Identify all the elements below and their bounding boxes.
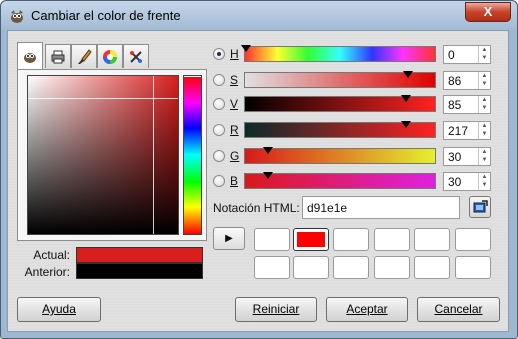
history-swatch-selected[interactable] — [293, 228, 329, 251]
spin-v[interactable]: 85 ▲ ▼ — [443, 95, 491, 114]
crosshair-vertical — [153, 76, 154, 234]
accept-button[interactable]: Aceptar — [326, 297, 408, 322]
help-button-label: Ayuda — [42, 302, 76, 316]
spin-b-value: 30 — [448, 175, 462, 189]
spin-b-arrows[interactable]: ▲ ▼ — [478, 173, 490, 190]
close-button[interactable]: X — [465, 2, 511, 22]
reset-button-label: Reiniciar — [252, 302, 300, 316]
slider-r[interactable] — [244, 121, 436, 138]
spin-g[interactable]: 30 ▲ ▼ — [443, 147, 491, 166]
slider-h[interactable] — [241, 45, 436, 62]
history-swatch[interactable] — [414, 228, 450, 251]
spin-h-arrows[interactable]: ▲ ▼ — [478, 46, 490, 63]
tab-watercolor-selector[interactable] — [71, 44, 97, 68]
radio-b[interactable] — [213, 175, 225, 187]
slider-v[interactable] — [244, 95, 436, 112]
spin-s-arrows[interactable]: ▲ ▼ — [478, 72, 490, 89]
tab-cmyk-selector[interactable] — [45, 44, 71, 68]
gimp-icon — [24, 53, 36, 63]
history-swatch[interactable] — [414, 256, 450, 279]
spin-v-arrows[interactable]: ▲ ▼ — [478, 96, 490, 113]
anterior-color-swatch[interactable] — [76, 263, 203, 279]
accept-button-label: Aceptar — [346, 302, 388, 316]
eyedropper-icon — [473, 200, 488, 213]
crosshair-horizontal — [28, 98, 178, 99]
slider-s[interactable] — [244, 71, 436, 88]
slider-b-thumb[interactable] — [263, 172, 274, 179]
history-swatch-fill — [297, 232, 325, 247]
spin-s-value: 86 — [448, 74, 462, 88]
history-swatch[interactable] — [333, 228, 369, 251]
reset-button[interactable]: Reiniciar — [235, 297, 317, 322]
history-swatch[interactable] — [455, 256, 491, 279]
radio-r[interactable] — [213, 124, 225, 136]
html-notation-value: d91e1e — [307, 201, 348, 215]
slider-b[interactable] — [244, 172, 436, 189]
html-notation-label: Notación HTML: — [213, 201, 300, 215]
title-bar[interactable]: Cambiar el color de frente X — [1, 1, 517, 31]
saturation-value-area[interactable] — [27, 75, 179, 235]
window-title: Cambiar el color de frente — [31, 8, 181, 23]
history-swatch[interactable] — [333, 256, 369, 279]
label-b: B — [230, 174, 239, 188]
spin-r-value: 217 — [448, 124, 469, 138]
slider-g-thumb[interactable] — [263, 147, 274, 154]
cancel-button[interactable]: Cancelar — [417, 297, 500, 322]
html-notation-input[interactable]: d91e1e — [302, 196, 460, 219]
spin-g-arrows[interactable]: ▲ ▼ — [478, 148, 490, 165]
gimp-icon — [11, 10, 23, 23]
slider-r-thumb[interactable] — [400, 121, 411, 128]
brush-icon — [78, 48, 92, 64]
slider-h-thumb[interactable] — [241, 45, 251, 52]
radio-s[interactable] — [213, 74, 225, 86]
color-wheel-icon — [103, 49, 117, 64]
spin-g-value: 30 — [448, 150, 462, 164]
spin-h-value: 0 — [448, 48, 455, 62]
add-to-history-button[interactable]: ▶ — [213, 227, 245, 250]
label-v: V — [230, 97, 239, 111]
anterior-label: Anterior: — [24, 265, 70, 279]
history-swatch[interactable] — [254, 228, 290, 251]
watercolor-icon — [130, 50, 142, 63]
spin-v-value: 85 — [448, 98, 462, 112]
label-r: R — [230, 123, 239, 137]
cancel-button-label: Cancelar — [434, 302, 483, 316]
spin-h[interactable]: 0 ▲ ▼ — [443, 45, 491, 64]
radio-h[interactable] — [213, 48, 225, 60]
slider-s-thumb[interactable] — [402, 71, 413, 78]
actual-label: Actual: — [33, 248, 70, 262]
radio-v[interactable] — [213, 98, 225, 110]
history-swatch[interactable] — [455, 228, 491, 251]
spin-s[interactable]: 86 ▲ ▼ — [443, 71, 491, 90]
tab-scales-selector[interactable] — [123, 44, 149, 68]
tab-wheel-selector[interactable] — [97, 44, 123, 68]
label-s: S — [230, 73, 239, 87]
tab-gimp-selector[interactable] — [17, 42, 43, 69]
spin-r-arrows[interactable]: ▲ ▼ — [478, 122, 490, 139]
hue-strip[interactable] — [183, 75, 202, 235]
history-swatch[interactable] — [374, 256, 410, 279]
history-swatch[interactable] — [374, 228, 410, 251]
spin-r[interactable]: 217 ▲ ▼ — [443, 121, 491, 140]
label-g: G — [230, 149, 240, 163]
help-button[interactable]: Ayuda — [17, 297, 101, 322]
label-h: H — [230, 47, 239, 61]
history-swatch[interactable] — [254, 256, 290, 279]
slider-g[interactable] — [244, 147, 436, 164]
slider-v-thumb[interactable] — [400, 95, 411, 102]
color-picker-button[interactable] — [469, 196, 491, 218]
actual-color-swatch — [76, 247, 203, 263]
radio-g[interactable] — [213, 150, 225, 162]
spin-b[interactable]: 30 ▲ ▼ — [443, 172, 491, 191]
history-swatch[interactable] — [293, 256, 329, 279]
printer-icon — [51, 50, 65, 63]
hue-marker — [184, 76, 201, 77]
